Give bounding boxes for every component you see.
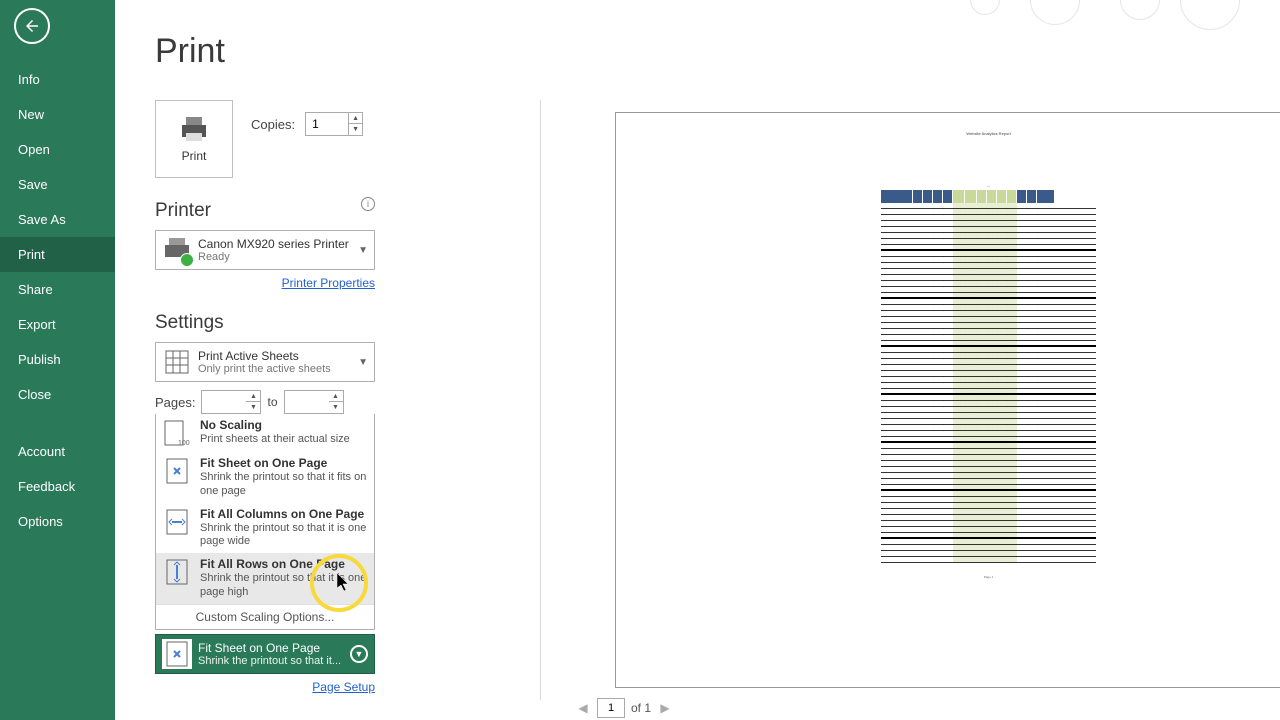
scaling-option-fitcols[interactable]: Fit All Columns on One PageShrink the pr… bbox=[156, 503, 374, 554]
print-settings-panel: Print Copies: ▲ ▼ Printer i bbox=[155, 100, 535, 694]
sidebar-item-export[interactable]: Export bbox=[0, 307, 115, 342]
printer-status: Ready bbox=[198, 251, 358, 263]
printer-header: Printer bbox=[155, 200, 211, 222]
sidebar-item-close[interactable]: Close bbox=[0, 377, 115, 412]
current-scaling-title: Fit Sheet on One Page bbox=[198, 641, 350, 655]
chevron-down-icon: ▼ bbox=[358, 357, 368, 368]
pages-label: Pages: bbox=[155, 395, 195, 410]
info-icon[interactable]: i bbox=[361, 197, 375, 211]
page-of-label: of 1 bbox=[631, 701, 651, 715]
print-what-title: Print Active Sheets bbox=[198, 349, 358, 363]
chevron-down-icon: ▼ bbox=[350, 645, 368, 663]
printer-status-icon bbox=[162, 235, 192, 265]
current-scaling-dropdown[interactable]: Fit Sheet on One Page Shrink the printou… bbox=[155, 634, 375, 674]
sheets-icon bbox=[162, 347, 192, 377]
fitsheet-icon bbox=[162, 456, 192, 486]
printer-icon bbox=[178, 115, 210, 143]
sidebar-item-new[interactable]: New bbox=[0, 97, 115, 132]
scaling-option-fitrows[interactable]: Fit All Rows on One PageShrink the print… bbox=[156, 553, 374, 604]
pages-to[interactable]: ▲▼ bbox=[284, 390, 344, 414]
sidebar-item-saveas[interactable]: Save As bbox=[0, 202, 115, 237]
backstage-sidebar: Info New Open Save Save As Print Share E… bbox=[0, 0, 115, 720]
scaling-option-fitsheet[interactable]: Fit Sheet on One PageShrink the printout… bbox=[156, 452, 374, 503]
fitcols-icon bbox=[162, 507, 192, 537]
sidebar-item-publish[interactable]: Publish bbox=[0, 342, 115, 377]
page-title: Print bbox=[155, 32, 1280, 71]
preview-doc-title: Website Analytics Report bbox=[881, 131, 1096, 136]
print-what-sub: Only print the active sheets bbox=[198, 363, 358, 375]
sidebar-item-save[interactable]: Save bbox=[0, 167, 115, 202]
scaling-option-noscaling[interactable]: 100 No ScalingPrint sheets at their actu… bbox=[156, 414, 374, 452]
print-what-dropdown[interactable]: Print Active Sheets Only print the activ… bbox=[155, 342, 375, 382]
preview-footer: Page 1 bbox=[881, 575, 1096, 579]
chevron-down-icon: ▼ bbox=[358, 245, 368, 256]
preview-pager: ◀ of 1 ▶ bbox=[575, 698, 673, 718]
sidebar-item-feedback[interactable]: Feedback bbox=[0, 469, 115, 504]
settings-header: Settings bbox=[155, 312, 535, 334]
noscaling-icon: 100 bbox=[162, 418, 192, 448]
printer-properties-link[interactable]: Printer Properties bbox=[155, 276, 375, 290]
arrow-left-icon bbox=[23, 17, 41, 35]
sidebar-item-account[interactable]: Account bbox=[0, 434, 115, 469]
back-button[interactable] bbox=[14, 8, 50, 44]
sidebar-item-info[interactable]: Info bbox=[0, 62, 115, 97]
decorative-swirl bbox=[930, 0, 1280, 30]
page-input[interactable] bbox=[597, 698, 625, 718]
pages-from[interactable]: ▲▼ bbox=[201, 390, 261, 414]
panel-divider bbox=[540, 100, 541, 700]
print-preview: Website Analytics Report … ·············… bbox=[615, 112, 1280, 688]
copies-down[interactable]: ▼ bbox=[349, 124, 362, 135]
prev-page[interactable]: ◀ bbox=[575, 700, 591, 716]
next-page[interactable]: ▶ bbox=[657, 700, 673, 716]
copies-label: Copies: bbox=[251, 117, 295, 132]
fitrows-icon bbox=[162, 557, 192, 587]
pages-to-label: to bbox=[267, 395, 277, 409]
sidebar-item-share[interactable]: Share bbox=[0, 272, 115, 307]
fitsheet-icon bbox=[162, 639, 192, 669]
current-scaling-sub: Shrink the printout so that it... bbox=[198, 655, 350, 667]
scaling-dropdown-list: 100 No ScalingPrint sheets at their actu… bbox=[155, 414, 375, 630]
copies-up[interactable]: ▲ bbox=[349, 113, 362, 124]
print-button[interactable]: Print bbox=[155, 100, 233, 178]
main-panel: Print Print Copies: ▲ ▼ Printer i bbox=[115, 0, 1280, 720]
sidebar-item-options[interactable]: Options bbox=[0, 504, 115, 539]
svg-text:100: 100 bbox=[178, 440, 190, 447]
page-setup-link[interactable]: Page Setup bbox=[155, 680, 375, 694]
custom-scaling-link[interactable]: Custom Scaling Options... bbox=[156, 604, 374, 629]
printer-dropdown[interactable]: Canon MX920 series Printer Ready ▼ bbox=[155, 230, 375, 270]
sidebar-item-open[interactable]: Open bbox=[0, 132, 115, 167]
print-button-label: Print bbox=[182, 149, 207, 163]
sidebar-item-print[interactable]: Print bbox=[0, 237, 115, 272]
copies-spinner[interactable]: ▲ ▼ bbox=[305, 112, 363, 136]
preview-subtitle: … bbox=[881, 184, 1096, 188]
printer-name: Canon MX920 series Printer bbox=[198, 237, 358, 251]
copies-input[interactable] bbox=[306, 113, 348, 135]
